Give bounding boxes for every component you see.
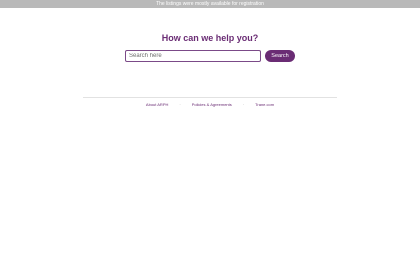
top-banner: The listings were mostly available for r… — [0, 0, 420, 8]
search-input[interactable] — [125, 50, 261, 62]
footer-links: About ARPH · Policies & Agreements · Tra… — [0, 102, 420, 108]
footer-link-policies[interactable]: Policies & Agreements — [192, 102, 232, 108]
footer-link-about[interactable]: About ARPH — [146, 102, 168, 108]
search-button[interactable]: Search — [265, 50, 295, 62]
footer-link-trane[interactable]: Trane.com — [255, 102, 274, 108]
search-form: Search — [125, 50, 295, 62]
divider — [83, 97, 337, 98]
top-banner-text: The listings were mostly available for r… — [156, 1, 264, 7]
footer-separator: · — [179, 102, 181, 107]
footer-separator: · — [242, 102, 245, 107]
page-title: How can we help you? — [161, 33, 259, 43]
